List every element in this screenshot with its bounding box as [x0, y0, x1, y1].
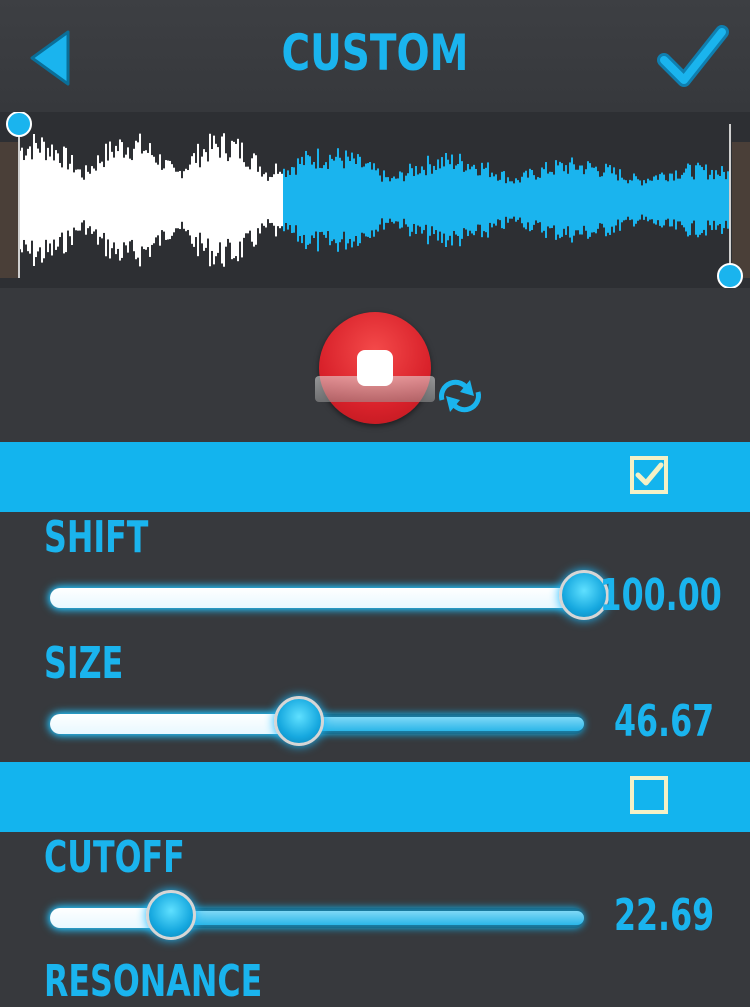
- size-slider-thumb[interactable]: [274, 696, 324, 746]
- effect-section-header: [0, 762, 750, 832]
- cutoff-slider-thumb[interactable]: [146, 890, 196, 940]
- start-trim-handle[interactable]: [6, 112, 32, 137]
- size-value: 46.67: [613, 696, 714, 747]
- size-label: SIZE: [44, 638, 124, 689]
- shift-slider[interactable]: [50, 570, 609, 620]
- size-slider[interactable]: [50, 696, 584, 746]
- trim-handles: [6, 112, 743, 288]
- top-bar: CUSTOM: [0, 0, 750, 112]
- resonance-label: RESONANCE: [44, 956, 263, 1007]
- confirm-button[interactable]: [656, 20, 730, 90]
- end-trim-handle[interactable]: [717, 263, 743, 288]
- effect-section-header: [0, 442, 750, 512]
- transport-controls: [0, 288, 750, 442]
- cutoff-slider[interactable]: [50, 890, 584, 940]
- size-slider-fill: [50, 714, 299, 734]
- shift-value: 100.00: [599, 570, 722, 621]
- section-enable-checkbox[interactable]: [630, 456, 668, 494]
- waveform-editor[interactable]: [0, 112, 750, 288]
- cutoff-value: 22.69: [613, 890, 714, 941]
- cutoff-slider-remaining: [171, 911, 584, 925]
- stop-button[interactable]: [315, 312, 435, 424]
- page-title: CUSTOM: [281, 24, 469, 82]
- checkmark-icon: [657, 25, 729, 87]
- size-slider-remaining: [299, 717, 584, 731]
- loop-button[interactable]: [432, 374, 488, 418]
- cutoff-label: CUTOFF: [44, 832, 185, 883]
- shift-slider-fill: [50, 588, 584, 608]
- back-arrow-icon: [30, 30, 70, 86]
- section-enable-checkbox[interactable]: [630, 776, 668, 814]
- shift-label: SHIFT: [44, 512, 149, 563]
- back-button[interactable]: [26, 28, 76, 88]
- check-icon: [635, 462, 664, 486]
- stop-icon: [357, 350, 393, 386]
- loop-icon: [439, 379, 481, 413]
